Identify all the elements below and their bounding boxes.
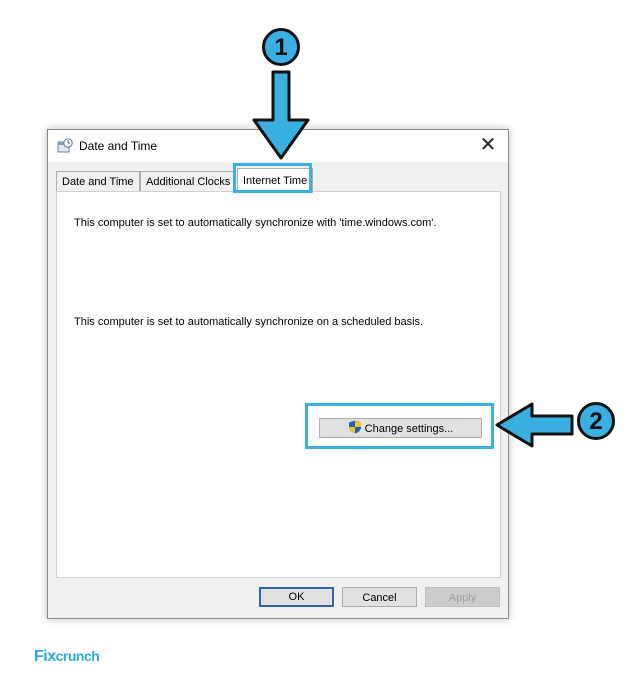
- change-settings-label: Change settings...: [364, 423, 454, 435]
- date-time-dialog: Date and Time ✕ Date and Time Additional…: [47, 129, 509, 619]
- ok-button[interactable]: OK: [259, 587, 334, 607]
- tab-additional-clocks[interactable]: Additional Clocks: [140, 171, 237, 192]
- window-title: Date and Time: [79, 139, 158, 153]
- step-2-arrow-icon: [495, 402, 574, 448]
- tab-internet-time[interactable]: Internet Time: [237, 168, 314, 193]
- step-1-badge: 1: [262, 28, 300, 66]
- clock-calendar-icon: [57, 138, 73, 154]
- cancel-button[interactable]: Cancel: [342, 587, 417, 607]
- step-2-badge: 2: [577, 402, 615, 440]
- close-icon: ✕: [479, 134, 497, 156]
- tab-date-and-time[interactable]: Date and Time: [56, 171, 140, 192]
- uac-shield-icon: [348, 420, 362, 434]
- tab-strip: Date and Time Additional Clocks Internet…: [56, 168, 501, 193]
- sync-schedule-message: This computer is set to automatically sy…: [74, 316, 424, 328]
- internet-time-panel: This computer is set to automatically sy…: [56, 191, 501, 578]
- fixcrunch-logo: Fixcrunch: [34, 648, 100, 665]
- close-button[interactable]: ✕: [468, 130, 508, 162]
- change-settings-button[interactable]: Change settings...: [319, 418, 482, 438]
- apply-button[interactable]: Apply: [425, 587, 500, 607]
- step-1-arrow-icon: [252, 70, 310, 160]
- sync-server-message: This computer is set to automatically sy…: [74, 217, 437, 229]
